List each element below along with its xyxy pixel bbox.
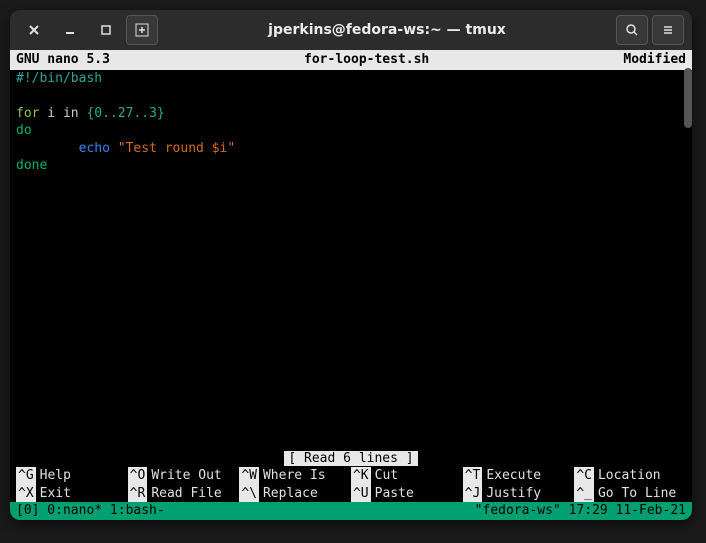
shortcut-gotoline: ^_Go To Line	[574, 485, 686, 503]
terminal-window: jperkins@fedora-ws:~ — tmux GNU nano 5.3…	[10, 10, 692, 520]
titlebar: jperkins@fedora-ws:~ — tmux	[10, 10, 692, 50]
menu-button[interactable]	[652, 15, 684, 45]
minimize-button[interactable]	[54, 15, 86, 45]
shortcut-justify: ^JJustify	[463, 485, 575, 503]
terminal-area[interactable]: GNU nano 5.3 for-loop-test.sh Modified #…	[10, 50, 692, 520]
search-button[interactable]	[616, 15, 648, 45]
nano-shortcuts: ^GHelp ^OWrite Out ^WWhere Is ^KCut ^TEx…	[10, 467, 692, 502]
shortcut-readfile: ^RRead File	[128, 485, 240, 503]
editor-content[interactable]: #!/bin/bash for i in {0..27..3} do echo …	[10, 70, 692, 450]
nano-status-line: [ Read 6 lines ]	[10, 450, 692, 468]
nano-header: GNU nano 5.3 for-loop-test.sh Modified	[10, 50, 692, 70]
nano-modified: Modified	[623, 51, 686, 69]
window-title: jperkins@fedora-ws:~ — tmux	[162, 22, 612, 38]
tmux-status-bar: [0] 0:nano* 1:bash- "fedora-ws" 17:29 11…	[10, 502, 692, 520]
shortcut-execute: ^TExecute	[463, 467, 575, 485]
shortcut-help: ^GHelp	[16, 467, 128, 485]
scrollbar-thumb[interactable]	[684, 68, 692, 128]
shortcut-location: ^CLocation	[574, 467, 686, 485]
code-echo-string: "Test round $i"	[110, 141, 235, 156]
tmux-datetime: 17:29 11-Feb-21	[569, 502, 686, 520]
tmux-host: "fedora-ws"	[475, 502, 561, 520]
nano-read-message: [ Read 6 lines ]	[284, 451, 417, 466]
code-echo-keyword: echo	[79, 141, 110, 156]
nano-filename: for-loop-test.sh	[110, 51, 623, 69]
code-done-keyword: done	[16, 158, 47, 173]
close-button[interactable]	[18, 15, 50, 45]
code-indent	[16, 141, 79, 156]
shortcut-writeout: ^OWrite Out	[128, 467, 240, 485]
maximize-button[interactable]	[90, 15, 122, 45]
tmux-windows: [0] 0:nano* 1:bash-	[16, 502, 475, 520]
shortcut-paste: ^UPaste	[351, 485, 463, 503]
nano-app-name: GNU nano 5.3	[16, 51, 110, 69]
code-shebang: #!/bin/bash	[16, 71, 102, 86]
new-tab-button[interactable]	[126, 15, 158, 45]
shortcut-whereis: ^WWhere Is	[239, 467, 351, 485]
code-do-keyword: do	[16, 123, 32, 138]
code-for-rest: i in	[39, 106, 86, 121]
shortcut-exit: ^XExit	[16, 485, 128, 503]
code-for-range: {0..27..3}	[86, 106, 164, 121]
shortcut-cut: ^KCut	[351, 467, 463, 485]
shortcut-replace: ^\Replace	[239, 485, 351, 503]
code-for-keyword: for	[16, 106, 39, 121]
